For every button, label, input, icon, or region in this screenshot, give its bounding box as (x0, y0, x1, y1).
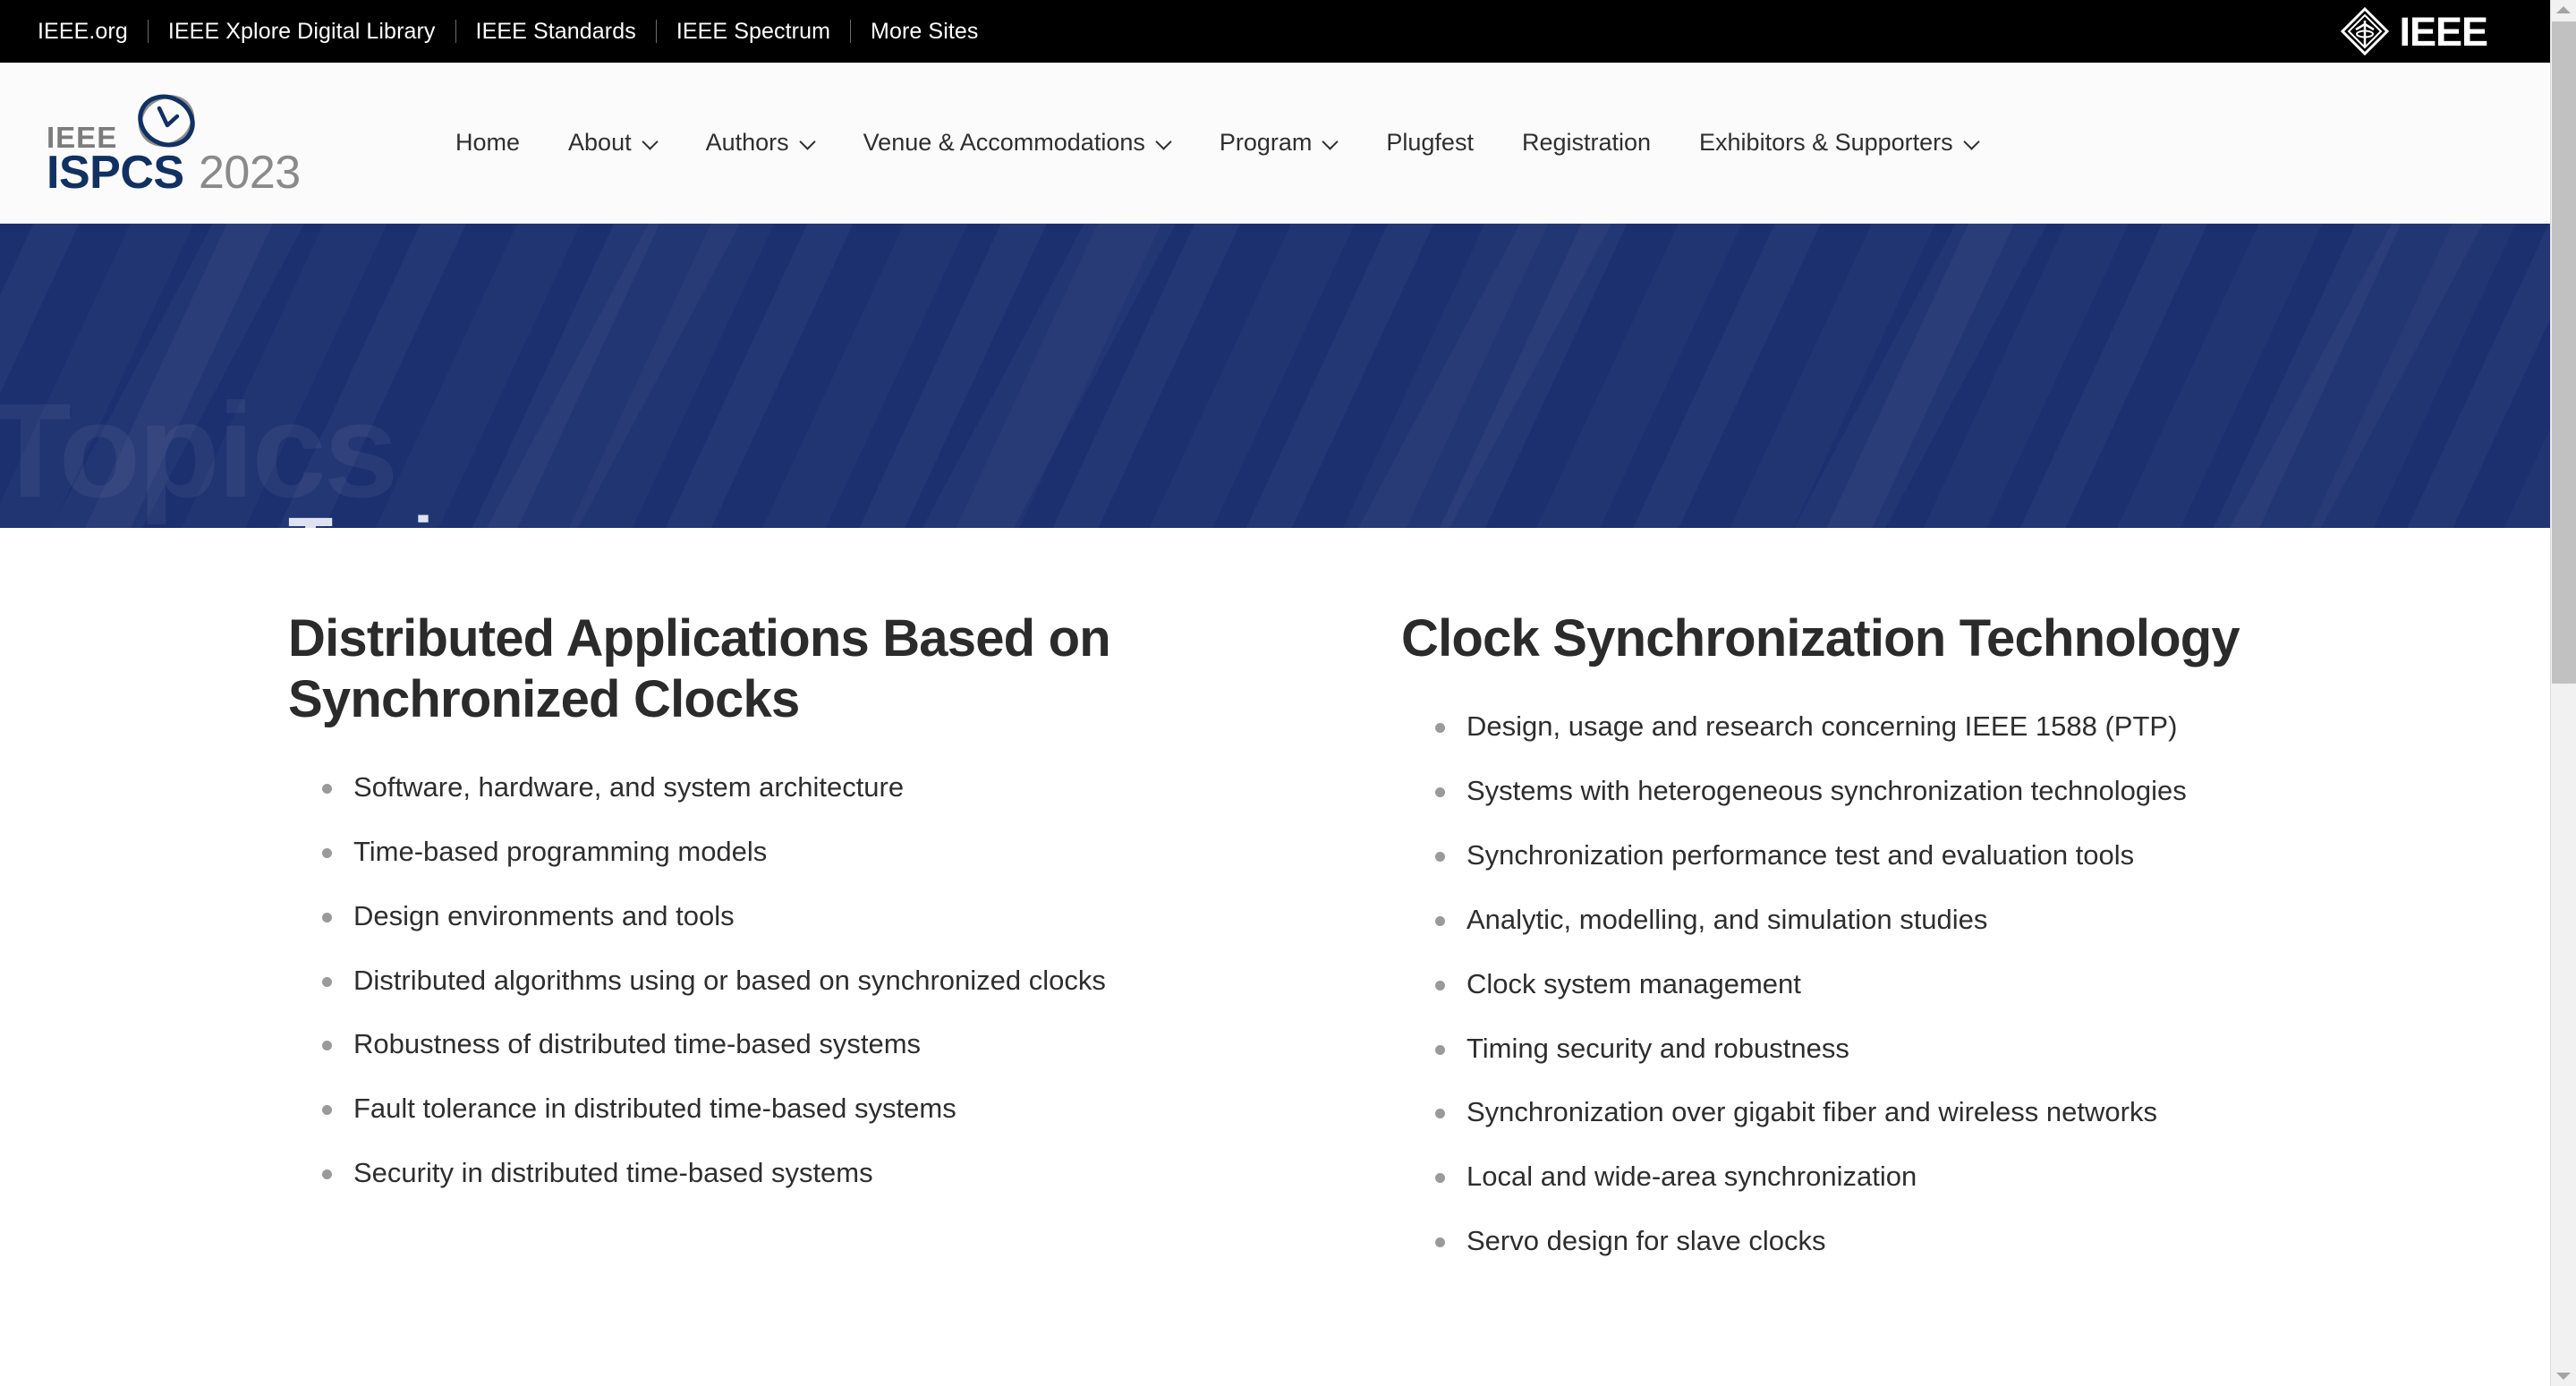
ieee-logo[interactable]: IEEE (2340, 6, 2488, 56)
nav-item-plugfest[interactable]: Plugfest (1362, 131, 1498, 155)
nav-label: Authors (705, 129, 789, 156)
column-heading: Clock Synchronization Technology (1401, 609, 2240, 667)
nav-label: Home (455, 129, 521, 156)
chevron-down-icon (643, 134, 658, 149)
brand-name-text: ISPCS (47, 146, 184, 199)
diagonal-stripes-pattern-overlay (0, 224, 2550, 528)
ieee-link-xplore[interactable]: IEEE Xplore Digital Library (149, 20, 455, 43)
nav-label: Venue & Accommodations (863, 129, 1145, 156)
ieee-utility-links: IEEE.org IEEE Xplore Digital Library IEE… (29, 0, 999, 63)
list-item: Systems with heterogeneous synchronizati… (1401, 771, 2368, 812)
scroll-up-button[interactable] (2551, 0, 2576, 20)
chevron-down-icon (2556, 1373, 2571, 1380)
hero-watermark-text: Topics (0, 375, 398, 525)
list-item: Synchronization performance test and eva… (1401, 836, 2368, 876)
list-item: Robustness of distributed time-based sys… (288, 1025, 1192, 1065)
nav-item-registration[interactable]: Registration (1498, 131, 1675, 155)
nav-item-about[interactable]: About (544, 131, 682, 155)
page-title: Topics (288, 507, 513, 529)
ieee-link-more-sites[interactable]: More Sites (851, 20, 998, 43)
list-item: Design environments and tools (288, 897, 1192, 937)
browser-viewport: IEEE.org IEEE Xplore Digital Library IEE… (0, 0, 2550, 1386)
nav-item-venue-accommodations[interactable]: Venue & Accommodations (839, 131, 1195, 155)
chevron-down-icon (1157, 134, 1171, 149)
nav-item-program[interactable]: Program (1195, 131, 1363, 155)
list-item: Analytic, modelling, and simulation stud… (1401, 900, 2368, 940)
chevron-down-icon (1965, 134, 1979, 149)
nav-item-home[interactable]: Home (431, 131, 544, 155)
diagonal-stripes-pattern (0, 224, 2550, 528)
ieee-logo-text: IEEE (2399, 8, 2488, 55)
ieee-link-spectrum[interactable]: IEEE Spectrum (657, 20, 850, 43)
list-item: Fault tolerance in distributed time-base… (288, 1089, 1192, 1129)
ieee-link-ieee-org[interactable]: IEEE.org (29, 20, 148, 43)
list-item: Design, usage and research concerning IE… (1401, 707, 2368, 747)
list-item: Local and wide-area synchronization (1401, 1157, 2368, 1197)
brand-lockup: IEEE ISPCS 2023 (47, 85, 387, 201)
page-root: IEEE.org IEEE Xplore Digital Library IEE… (0, 0, 2576, 1386)
list-item: Servo design for slave clocks (1401, 1221, 2368, 1262)
nav-label: Program (1219, 129, 1313, 156)
topics-column-distributed-applications: Distributed Applications Based on Synchr… (288, 608, 1290, 1286)
list-item: Clock system management (1401, 965, 2368, 1005)
topics-content: Distributed Applications Based on Synchr… (0, 528, 2550, 1287)
page-hero-banner: Topics Topics (0, 224, 2550, 528)
topics-list-left: Software, hardware, and system architect… (288, 768, 1265, 1195)
chevron-down-icon (801, 134, 815, 149)
list-item: Timing security and robustness (1401, 1029, 2368, 1069)
chevron-down-icon (1323, 134, 1338, 149)
ieee-utility-bar: IEEE.org IEEE Xplore Digital Library IEE… (0, 0, 2550, 63)
chevron-up-icon (2556, 6, 2571, 13)
ieee-diamond-icon (2340, 6, 2390, 56)
scroll-down-button[interactable] (2551, 1366, 2576, 1386)
ieee-link-standards[interactable]: IEEE Standards (456, 20, 656, 43)
vertical-scrollbar[interactable] (2550, 0, 2576, 1386)
list-item: Security in distributed time-based syste… (288, 1153, 1192, 1194)
nav-label: Plugfest (1386, 129, 1474, 156)
topics-column-clock-sync-technology: Clock Synchronization Technology Design,… (1401, 608, 2439, 1286)
brand-year-text: 2023 (199, 146, 301, 199)
list-item: Distributed algorithms using or based on… (288, 961, 1192, 1001)
list-item: Time-based programming models (288, 832, 1192, 872)
scrollbar-thumb[interactable] (2552, 21, 2576, 684)
nav-label: Exhibitors & Supporters (1699, 129, 1953, 156)
nav-item-authors[interactable]: Authors (682, 131, 839, 155)
site-header: IEEE ISPCS 2023 Home About Authors Venue… (0, 63, 2550, 224)
nav-label: Registration (1521, 129, 1652, 156)
main-navigation: Home About Authors Venue & Accommodation… (431, 63, 2550, 223)
nav-item-exhibitors-supporters[interactable]: Exhibitors & Supporters (1675, 131, 2003, 155)
nav-label: About (568, 129, 632, 156)
list-item: Software, hardware, and system architect… (288, 768, 1192, 808)
clock-orbit-icon (125, 85, 208, 157)
site-logo-ispcs[interactable]: IEEE ISPCS 2023 (47, 85, 431, 201)
column-heading: Distributed Applications Based on Synchr… (288, 609, 1111, 728)
list-item: Synchronization over gigabit fiber and w… (1401, 1093, 2368, 1133)
topics-list-right: Design, usage and research concerning IE… (1401, 707, 2414, 1262)
